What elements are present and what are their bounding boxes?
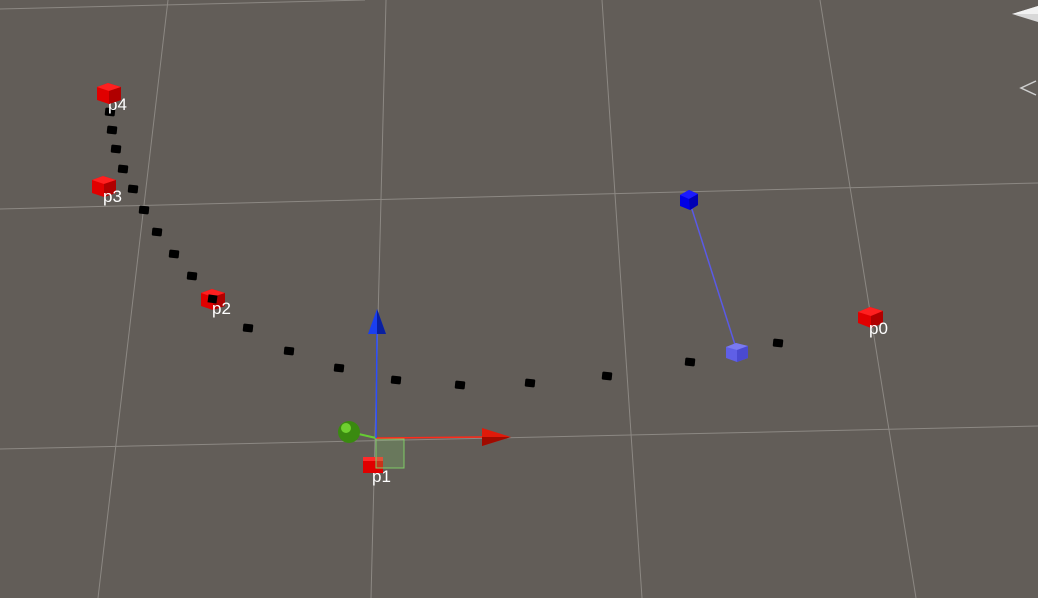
y-axis-handle-icon[interactable] <box>338 421 360 443</box>
control-points[interactable]: p0 p1 p2 p3 p4 <box>92 83 888 486</box>
z-axis-line[interactable] <box>375 332 378 439</box>
control-point-label: p1 <box>372 467 391 486</box>
move-gizmo[interactable] <box>338 309 511 469</box>
path-sample-point <box>168 249 180 259</box>
control-point-p4[interactable]: p4 <box>97 83 127 114</box>
path-sample-point <box>127 184 139 194</box>
path-sample-point <box>283 346 295 356</box>
path-sample-point <box>601 371 613 381</box>
control-point-p2[interactable]: p2 <box>201 289 231 318</box>
path-sample-point <box>684 357 696 367</box>
path-sample-point <box>138 205 150 215</box>
scene-view[interactable]: p0 p1 p2 p3 p4 <box>0 0 1038 598</box>
scene-canvas[interactable]: p0 p1 p2 p3 p4 <box>0 0 1038 598</box>
path-sample-point <box>454 380 466 390</box>
xz-plane-handle[interactable] <box>375 438 405 469</box>
path-sample-point <box>151 227 163 237</box>
control-point-label: p3 <box>103 187 122 206</box>
grid-line <box>0 0 366 10</box>
path-sample-point <box>390 375 402 385</box>
path-sample-point <box>186 271 198 281</box>
tangent-handle-end[interactable] <box>680 190 698 210</box>
path-sample-point <box>106 125 118 135</box>
path-sample-point <box>242 323 254 333</box>
x-axis-line[interactable] <box>375 436 485 439</box>
view-orientation-gizmo[interactable] <box>1012 6 1038 96</box>
control-point-cube[interactable] <box>97 83 121 104</box>
grid-line <box>601 0 643 598</box>
tangent-line <box>688 199 738 352</box>
x-cone-icon[interactable] <box>1012 6 1038 22</box>
path-sample-point <box>333 363 345 373</box>
grid-line <box>0 182 1038 210</box>
path-sample-point <box>117 164 129 174</box>
grid-line <box>819 0 917 598</box>
curve-path <box>104 107 784 390</box>
control-point-p3[interactable]: p3 <box>92 176 122 206</box>
path-sample-point <box>772 338 784 348</box>
control-point-p0[interactable]: p0 <box>858 307 888 338</box>
grid-line <box>370 0 387 598</box>
z-cone-icon[interactable] <box>1019 80 1037 96</box>
control-point-label: p2 <box>212 299 231 318</box>
path-sample-point <box>524 378 536 388</box>
path-sample-point <box>110 144 122 154</box>
tangent-handle[interactable] <box>680 190 748 362</box>
grid-line <box>0 425 1038 450</box>
ground-grid <box>0 0 1038 598</box>
tangent-handle-start[interactable] <box>726 343 748 362</box>
x-axis-arrow-shade <box>482 437 511 446</box>
control-point-label: p0 <box>869 319 888 338</box>
